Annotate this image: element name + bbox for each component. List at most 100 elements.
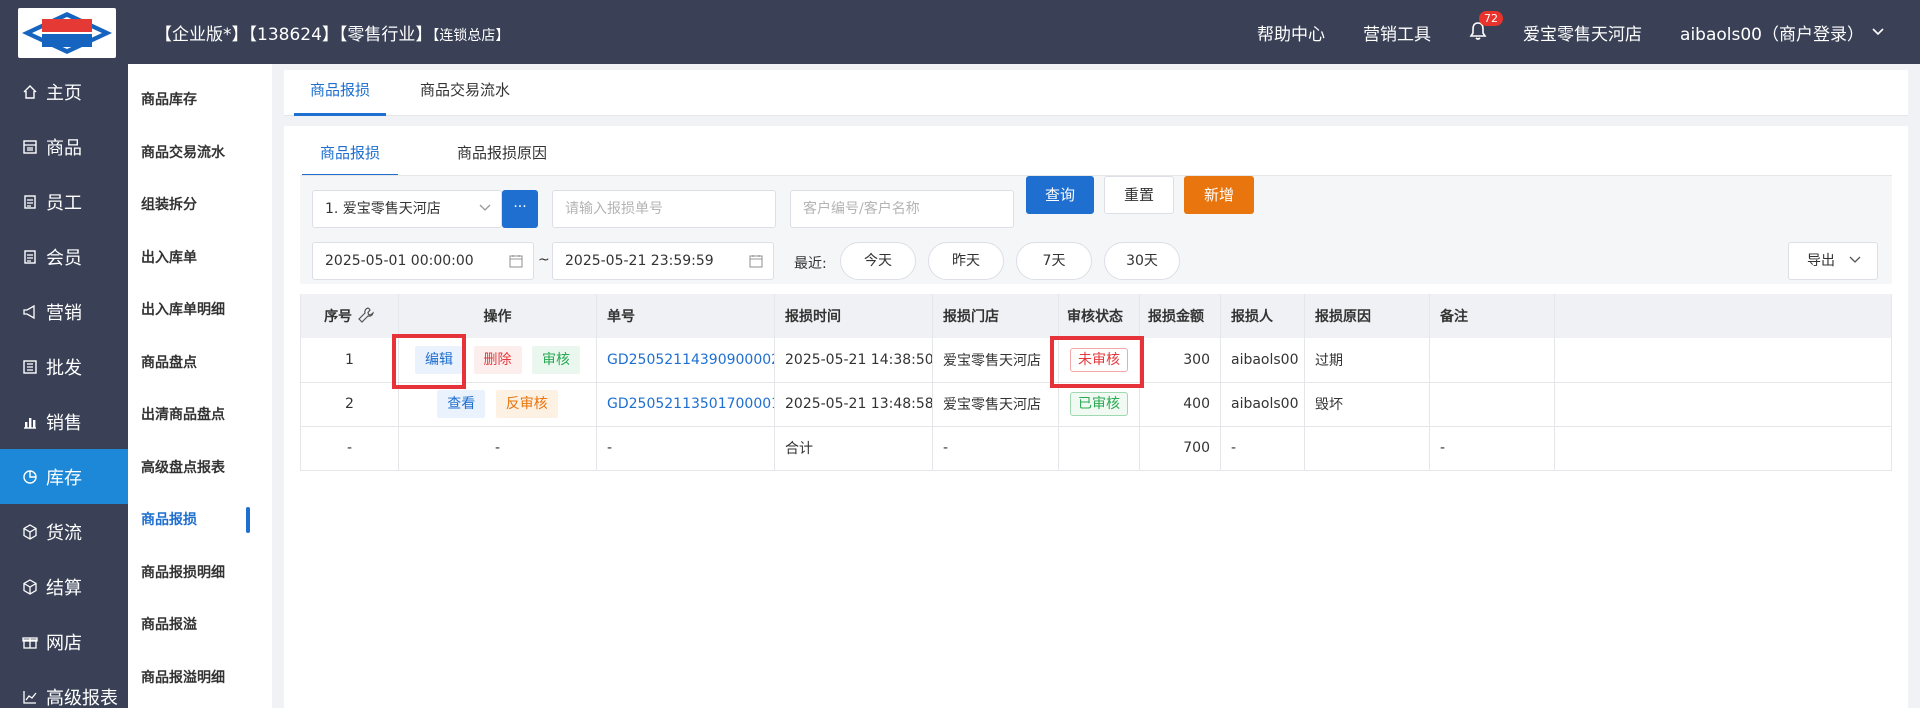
user-name: aibaols00（商户登录） xyxy=(1680,24,1864,45)
export-dropdown[interactable]: 导出 xyxy=(1788,242,1878,280)
col-loss-person: 报损人 xyxy=(1220,294,1305,338)
nav-online-store[interactable]: 网店 xyxy=(0,614,128,669)
cell-order-no: GD25052113501700001 xyxy=(596,382,775,427)
wholesale-icon xyxy=(20,357,40,377)
subtab-loss-report[interactable]: 商品报损 xyxy=(301,134,399,176)
cell-loss-reason: 过期 xyxy=(1304,338,1430,383)
subnav-item[interactable]: 高级盘点报表 xyxy=(128,441,272,494)
cell-filler xyxy=(1554,426,1892,471)
order-number-input[interactable] xyxy=(552,190,776,228)
recent-yesterday-button[interactable]: 昨天 xyxy=(928,242,1004,280)
marketing-tools-link[interactable]: 营销工具 xyxy=(1363,20,1431,45)
add-button[interactable]: 新增 xyxy=(1184,176,1254,214)
total-amount: 700 xyxy=(1139,426,1221,471)
cell-loss-person: aibaols00 xyxy=(1220,338,1305,383)
nav-employee[interactable]: 员工 xyxy=(0,174,128,229)
subnav-item[interactable]: 商品报溢明细 xyxy=(128,651,272,704)
user-menu[interactable]: aibaols00（商户登录） xyxy=(1680,20,1884,45)
customer-input[interactable] xyxy=(790,190,1014,228)
member-icon xyxy=(20,247,40,267)
reset-button[interactable]: 重置 xyxy=(1104,176,1174,214)
query-button[interactable]: 查询 xyxy=(1026,176,1094,214)
notification-button[interactable]: 72 xyxy=(1469,11,1504,43)
total-label: 合计 xyxy=(774,426,933,471)
wrench-icon[interactable] xyxy=(357,306,375,324)
order-number-link[interactable]: GD25052114390900002 xyxy=(607,352,774,368)
total-reason xyxy=(1304,426,1430,471)
nav-inventory-label: 库存 xyxy=(46,467,82,489)
store-select-value: 1. 爱宝零售天河店 xyxy=(325,201,441,217)
nav-home[interactable]: 主页 xyxy=(0,64,128,119)
cell-loss-person: aibaols00 xyxy=(1220,382,1305,427)
subnav-item[interactable]: 组装拆分 xyxy=(128,178,272,231)
cell-loss-time: 2025-05-21 14:38:50 xyxy=(774,338,933,383)
subtab-loss-reason[interactable]: 商品报损原因 xyxy=(457,134,547,176)
cube-icon xyxy=(20,577,40,597)
col-filler xyxy=(1554,294,1892,338)
audit-button[interactable]: 审核 xyxy=(531,345,580,374)
cell-remark xyxy=(1429,382,1555,427)
recent-label: 最近: xyxy=(794,256,827,272)
gift-icon xyxy=(20,632,40,652)
recent-7days-button[interactable]: 7天 xyxy=(1016,242,1092,280)
cell-order-no: GD25052114390900002 xyxy=(596,338,775,383)
nav-member[interactable]: 会员 xyxy=(0,229,128,284)
subnav-item[interactable]: 出入库单 xyxy=(128,231,272,284)
cell-no: 1 xyxy=(300,338,399,383)
end-date-picker[interactable]: 2025-05-21 23:59:59 xyxy=(552,242,774,280)
tab-loss-report[interactable]: 商品报损 xyxy=(284,70,396,116)
date-separator: ~ xyxy=(538,252,550,268)
goods-icon xyxy=(20,137,40,157)
nav-marketing-label: 营销 xyxy=(46,302,82,324)
subnav-item[interactable]: 商品库存 xyxy=(128,73,272,126)
subnav-item[interactable]: 商品交易流水 xyxy=(128,126,272,179)
view-button[interactable]: 查看 xyxy=(437,390,486,418)
tab-transaction-flow[interactable]: 商品交易流水 xyxy=(420,70,510,116)
aibao-logo[interactable] xyxy=(18,8,116,58)
nav-goods[interactable]: 商品 xyxy=(0,119,128,174)
total-status xyxy=(1058,426,1140,471)
cell-loss-store: 爱宝零售天河店 xyxy=(932,382,1059,427)
status-badge-audited: 已审核 xyxy=(1070,392,1128,416)
company-title-main: 【企业版*】【138624】【零售行业】 xyxy=(155,25,433,45)
total-person: - xyxy=(1220,426,1305,471)
nav-sales[interactable]: 销售 xyxy=(0,394,128,449)
nav-marketing[interactable]: 营销 xyxy=(0,284,128,339)
subnav-item[interactable]: 商品报溢 xyxy=(128,598,272,651)
home-icon xyxy=(20,82,40,102)
employee-icon xyxy=(20,192,40,212)
subnav-item[interactable]: 出入库单明细 xyxy=(128,283,272,336)
subnav-item[interactable]: 出清商品盘点 xyxy=(128,388,272,441)
help-center-link[interactable]: 帮助中心 xyxy=(1257,20,1325,45)
nav-advanced-report[interactable]: 高级报表 xyxy=(0,669,128,708)
nav-settlement[interactable]: 结算 xyxy=(0,559,128,614)
recent-today-button[interactable]: 今天 xyxy=(840,242,916,280)
order-number-link[interactable]: GD25052113501700001 xyxy=(607,396,774,412)
nav-inventory[interactable]: 库存 xyxy=(0,449,128,504)
col-remark: 备注 xyxy=(1429,294,1555,338)
delete-button[interactable]: 删除 xyxy=(473,345,522,374)
table-total-row: - - - 合计 - 700 - - xyxy=(300,426,1892,471)
total-order: - xyxy=(596,426,775,471)
subnav-item-active[interactable]: 商品报损 xyxy=(128,493,272,546)
company-title: 【企业版*】【138624】【零售行业】【连锁总店】 xyxy=(155,20,509,45)
top-header: 【企业版*】【138624】【零售行业】【连锁总店】 帮助中心 营销工具 72 … xyxy=(0,0,1920,64)
nav-wholesale-label: 批发 xyxy=(46,357,82,379)
current-store-link[interactable]: 爱宝零售天河店 xyxy=(1523,20,1642,45)
nav-logistics[interactable]: 货流 xyxy=(0,504,128,559)
subnav-item[interactable]: 商品报损明细 xyxy=(128,546,272,599)
export-label: 导出 xyxy=(1807,253,1835,269)
start-date-picker[interactable]: 2025-05-01 00:00:00 xyxy=(312,242,534,280)
store-more-button[interactable]: ··· xyxy=(502,190,538,228)
cube-icon xyxy=(20,522,40,542)
nav-home-label: 主页 xyxy=(46,82,82,104)
store-select[interactable]: 1. 爱宝零售天河店 xyxy=(312,190,502,228)
nav-wholesale[interactable]: 批发 xyxy=(0,339,128,394)
unaudit-button[interactable]: 反审核 xyxy=(495,390,558,418)
main-sidebar: 主页 商品 员工 会员 营销 批发 销售 库存 货流 结算 网店 高级报表 xyxy=(0,64,128,708)
nav-advanced-report-label: 高级报表 xyxy=(46,687,118,708)
recent-30days-button[interactable]: 30天 xyxy=(1104,242,1180,280)
subnav-item[interactable]: 商品盘点 xyxy=(128,336,272,389)
cell-loss-time: 2025-05-21 13:48:58 xyxy=(774,382,933,427)
col-loss-reason: 报损原因 xyxy=(1304,294,1430,338)
